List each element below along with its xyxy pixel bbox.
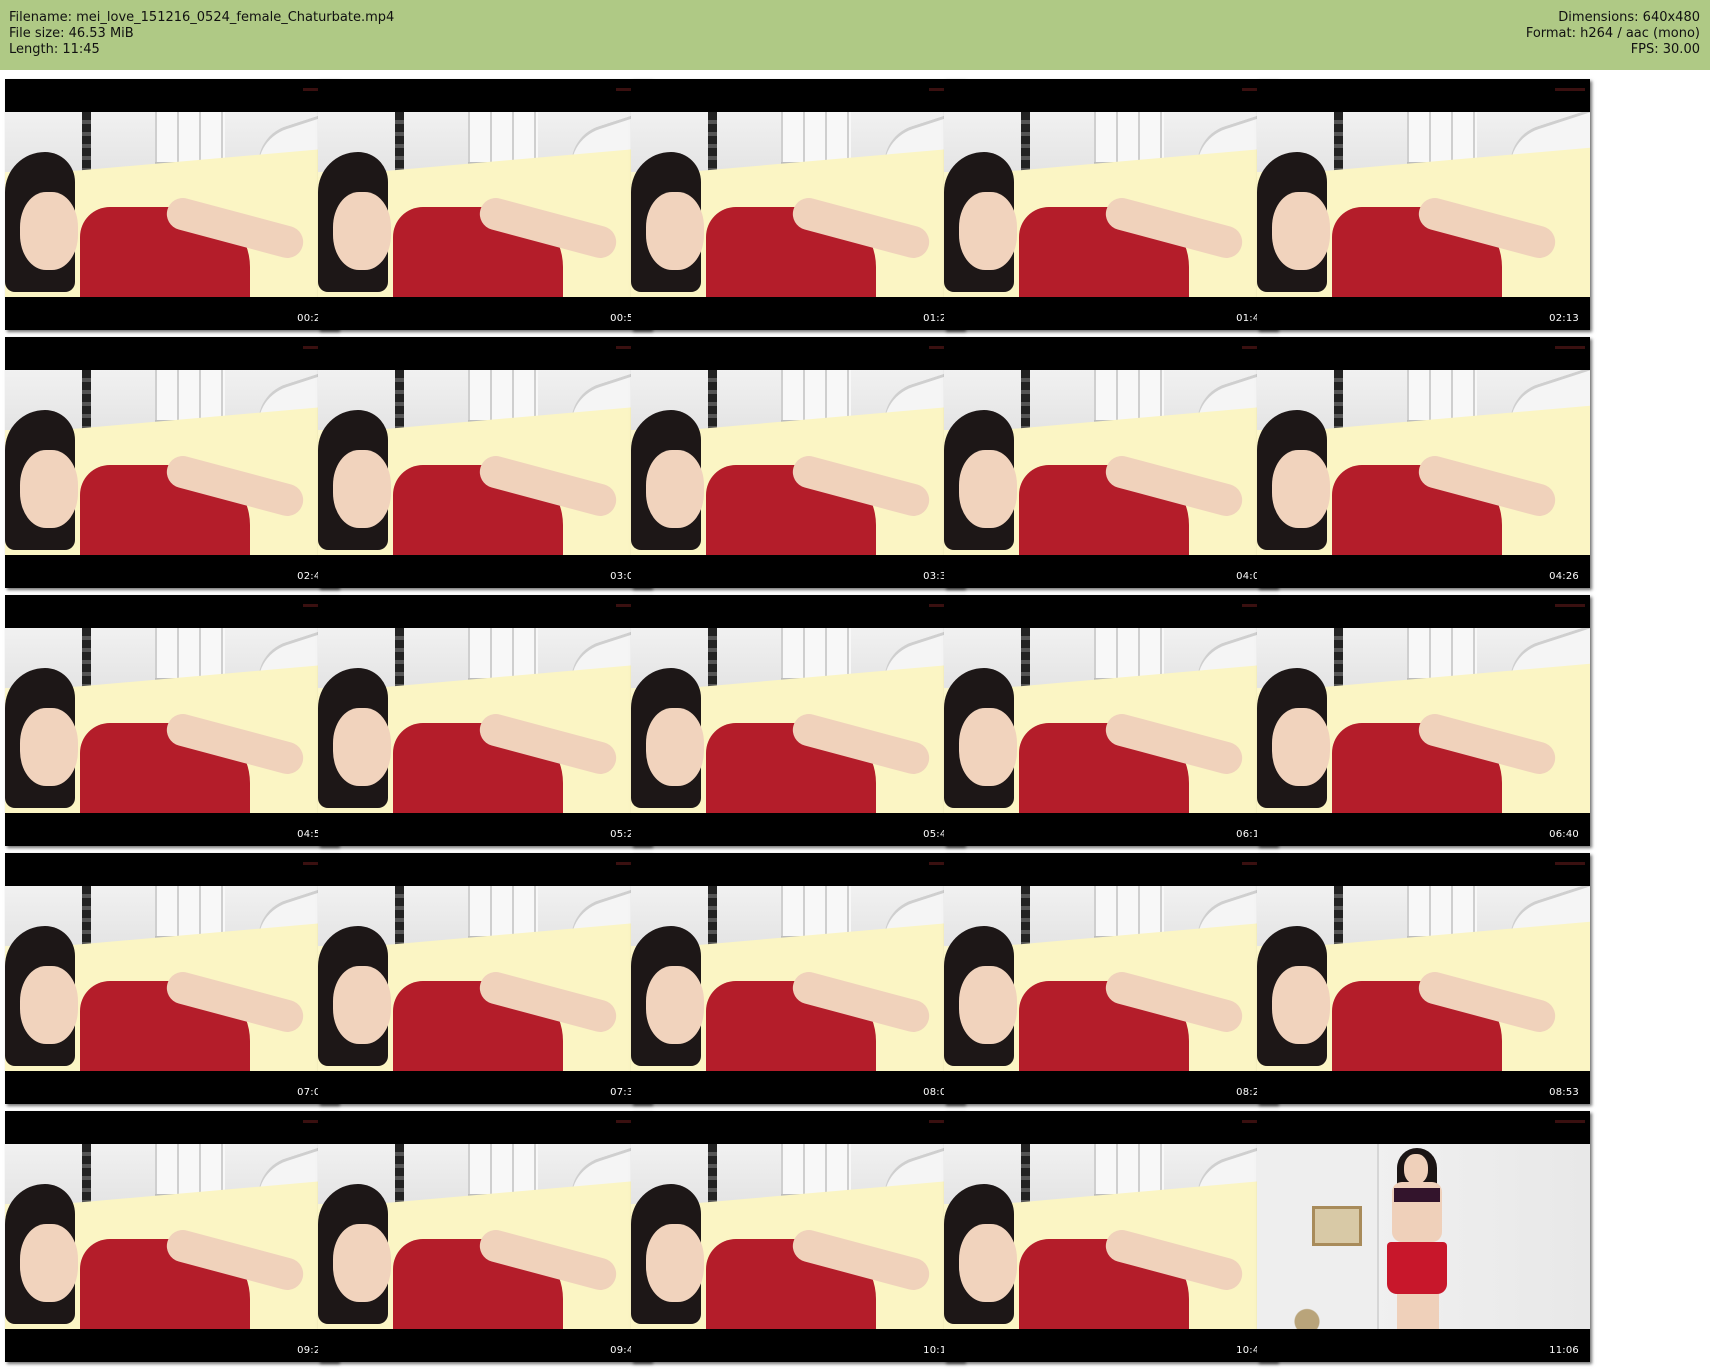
thumbnail-timestamp: 06:40	[1549, 829, 1579, 840]
video-frame-image	[318, 886, 651, 1071]
thumbnail-timestamp: 08:53	[1549, 1087, 1579, 1098]
video-thumbnail[interactable]: 10:40	[944, 1111, 1277, 1362]
video-frame-image	[944, 628, 1277, 813]
video-thumbnail[interactable]: 01:46	[944, 79, 1277, 330]
video-thumbnail[interactable]: 04:26	[1257, 337, 1590, 588]
info-header: Filename: mei_love_151216_0524_female_Ch…	[0, 0, 1710, 70]
video-frame-image	[1257, 112, 1590, 297]
video-thumbnail[interactable]: 02:13	[1257, 79, 1590, 330]
watermark-mark	[1555, 346, 1585, 349]
video-thumbnail[interactable]: 02:40	[5, 337, 338, 588]
video-frame-image	[5, 370, 338, 555]
video-frame-image	[5, 112, 338, 297]
watermark-mark	[1555, 1120, 1585, 1123]
video-frame-image	[631, 370, 964, 555]
format-text: Format: h264 / aac (mono)	[1525, 26, 1700, 41]
video-frame-image	[5, 886, 338, 1071]
video-thumbnail[interactable]: 06:13	[944, 595, 1277, 846]
video-frame-image	[318, 112, 651, 297]
video-thumbnail[interactable]: 00:26	[5, 79, 338, 330]
video-frame-image	[631, 886, 964, 1071]
file-info-left: Filename: mei_love_151216_0524_female_Ch…	[9, 10, 394, 58]
video-frame-image	[944, 886, 1277, 1071]
video-thumbnail[interactable]: 03:06	[318, 337, 651, 588]
video-frame-image	[1257, 886, 1590, 1071]
video-thumbnail[interactable]: 07:06	[5, 853, 338, 1104]
video-thumbnail[interactable]: 09:20	[5, 1111, 338, 1362]
video-frame-image	[631, 1144, 964, 1329]
length-text: Length: 11:45	[9, 42, 100, 57]
video-thumbnail[interactable]: 06:40	[1257, 595, 1590, 846]
video-thumbnail[interactable]: 04:53	[5, 595, 338, 846]
video-frame-image	[318, 1144, 651, 1329]
video-frame-image	[1257, 1144, 1590, 1329]
video-thumbnail[interactable]: 08:53	[1257, 853, 1590, 1104]
video-frame-image	[5, 628, 338, 813]
video-thumbnail[interactable]: 10:13	[631, 1111, 964, 1362]
watermark-mark	[1555, 604, 1585, 607]
filename-text: Filename: mei_love_151216_0524_female_Ch…	[9, 10, 395, 25]
video-frame-image	[944, 370, 1277, 555]
video-thumbnail[interactable]: 03:33	[631, 337, 964, 588]
video-thumbnail[interactable]: 11:06	[1257, 1111, 1590, 1362]
video-thumbnail[interactable]: 05:20	[318, 595, 651, 846]
video-frame-image	[944, 1144, 1277, 1329]
video-frame-image	[631, 112, 964, 297]
filesize-text: File size: 46.53 MiB	[9, 26, 134, 41]
video-thumbnail[interactable]: 08:26	[944, 853, 1277, 1104]
watermark-mark	[1555, 88, 1585, 91]
thumbnail-timestamp: 11:06	[1549, 1345, 1579, 1356]
video-frame-image	[318, 628, 651, 813]
video-thumbnail[interactable]: 07:33	[318, 853, 651, 1104]
video-frame-image	[631, 628, 964, 813]
video-thumbnail[interactable]: 01:20	[631, 79, 964, 330]
thumbnail-timestamp: 04:26	[1549, 571, 1579, 582]
video-thumbnail[interactable]: 05:46	[631, 595, 964, 846]
thumbnail-timestamp: 02:13	[1549, 313, 1579, 324]
video-frame-image	[318, 370, 651, 555]
video-frame-image	[1257, 370, 1590, 555]
video-frame-image	[1257, 628, 1590, 813]
video-thumbnail[interactable]: 08:00	[631, 853, 964, 1104]
thumbnail-grid: 00:26 00:53 01:20 01:46 02:13 02:40 03:06 03:33…	[0, 70, 1710, 1370]
watermark-mark	[1555, 862, 1585, 865]
file-info-right: Dimensions: 640x480 Format: h264 / aac (…	[1526, 10, 1700, 58]
video-frame-image	[944, 112, 1277, 297]
video-thumbnail[interactable]: 00:53	[318, 79, 651, 330]
video-thumbnail[interactable]: 04:00	[944, 337, 1277, 588]
fps-text: FPS: 30.00	[1630, 42, 1700, 57]
video-frame-image	[5, 1144, 338, 1329]
video-thumbnail[interactable]: 09:46	[318, 1111, 651, 1362]
dimensions-text: Dimensions: 640x480	[1558, 10, 1700, 25]
